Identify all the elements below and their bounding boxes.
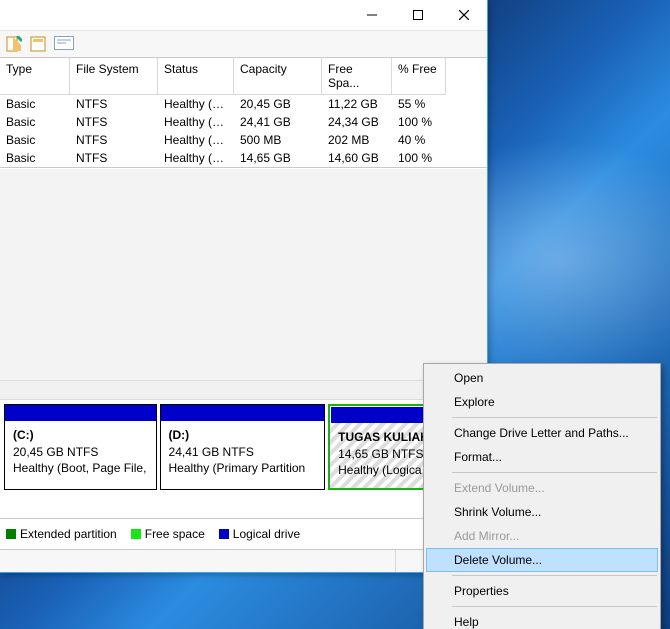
menu-separator xyxy=(452,606,657,607)
volume-d[interactable]: (D:) 24,41 GB NTFS Healthy (Primary Part… xyxy=(160,404,326,490)
volume-list: Type File System Status Capacity Free Sp… xyxy=(0,58,487,168)
swatch-extended xyxy=(6,529,16,539)
volume-selected-title: TUGAS KULIAH xyxy=(338,430,429,444)
menu-format[interactable]: Format... xyxy=(426,445,658,469)
col-capacity[interactable]: Capacity xyxy=(234,58,322,95)
col-freespace[interactable]: Free Spa... xyxy=(322,58,392,95)
menu-help[interactable]: Help xyxy=(426,610,658,629)
close-button[interactable] xyxy=(441,0,487,30)
menu-separator xyxy=(452,472,657,473)
disk-diagram: (C:) 20,45 GB NTFS Healthy (Boot, Page F… xyxy=(0,400,487,494)
menu-properties[interactable]: Properties xyxy=(426,579,658,603)
scroll-right-hint[interactable] xyxy=(0,380,487,400)
menu-open[interactable]: Open xyxy=(426,366,658,390)
empty-space xyxy=(0,168,487,380)
volume-c-title: (C:) xyxy=(13,428,34,442)
col-filesystem[interactable]: File System xyxy=(70,58,158,95)
col-pctfree[interactable]: % Free xyxy=(392,58,446,95)
volume-c-size: 20,45 GB NTFS xyxy=(13,445,98,459)
table-row[interactable]: BasicNTFSHealthy (S...500 MB202 MB40 % xyxy=(0,131,487,149)
swatch-logical xyxy=(219,529,229,539)
table-row[interactable]: BasicNTFSHealthy (B...20,45 GB11,22 GB55… xyxy=(0,95,487,113)
toolbar xyxy=(0,31,487,58)
volume-selected-size: 14,65 GB NTFS xyxy=(338,447,423,461)
swatch-freespace xyxy=(131,529,141,539)
volume-d-status: Healthy (Primary Partition xyxy=(169,461,306,475)
legend: Extended partition Free space Logical dr… xyxy=(0,518,487,550)
table-row[interactable]: BasicNTFSHealthy (P...24,41 GB24,34 GB10… xyxy=(0,113,487,131)
volume-c-status: Healthy (Boot, Page File, xyxy=(13,461,146,475)
status-bar xyxy=(0,550,487,572)
volume-list-header: Type File System Status Capacity Free Sp… xyxy=(0,58,487,95)
menu-change-letter[interactable]: Change Drive Letter and Paths... xyxy=(426,421,658,445)
toolbar-icon-2[interactable] xyxy=(30,36,46,52)
menu-separator xyxy=(452,575,657,576)
toolbar-icon-3[interactable] xyxy=(54,36,70,52)
col-type[interactable]: Type xyxy=(0,58,70,95)
context-menu: Open Explore Change Drive Letter and Pat… xyxy=(423,363,661,629)
menu-extend-volume: Extend Volume... xyxy=(426,476,658,500)
toolbar-icon-1[interactable] xyxy=(6,36,22,52)
legend-extended: Extended partition xyxy=(6,527,117,541)
volume-c[interactable]: (C:) 20,45 GB NTFS Healthy (Boot, Page F… xyxy=(4,404,157,490)
col-status[interactable]: Status xyxy=(158,58,234,95)
menu-delete-volume[interactable]: Delete Volume... xyxy=(426,548,658,572)
menu-add-mirror: Add Mirror... xyxy=(426,524,658,548)
minimize-button[interactable] xyxy=(349,0,395,30)
volume-selected-status: Healthy (Logica xyxy=(338,463,421,477)
titlebar xyxy=(0,0,487,31)
disk-management-window: Type File System Status Capacity Free Sp… xyxy=(0,0,488,573)
volume-d-title: (D:) xyxy=(169,428,190,442)
menu-explore[interactable]: Explore xyxy=(426,390,658,414)
legend-logical: Logical drive xyxy=(219,527,300,541)
volume-d-size: 24,41 GB NTFS xyxy=(169,445,254,459)
maximize-button[interactable] xyxy=(395,0,441,30)
legend-freespace: Free space xyxy=(131,527,205,541)
table-row[interactable]: BasicNTFSHealthy (L...14,65 GB14,60 GB10… xyxy=(0,149,487,167)
menu-separator xyxy=(452,417,657,418)
menu-shrink-volume[interactable]: Shrink Volume... xyxy=(426,500,658,524)
